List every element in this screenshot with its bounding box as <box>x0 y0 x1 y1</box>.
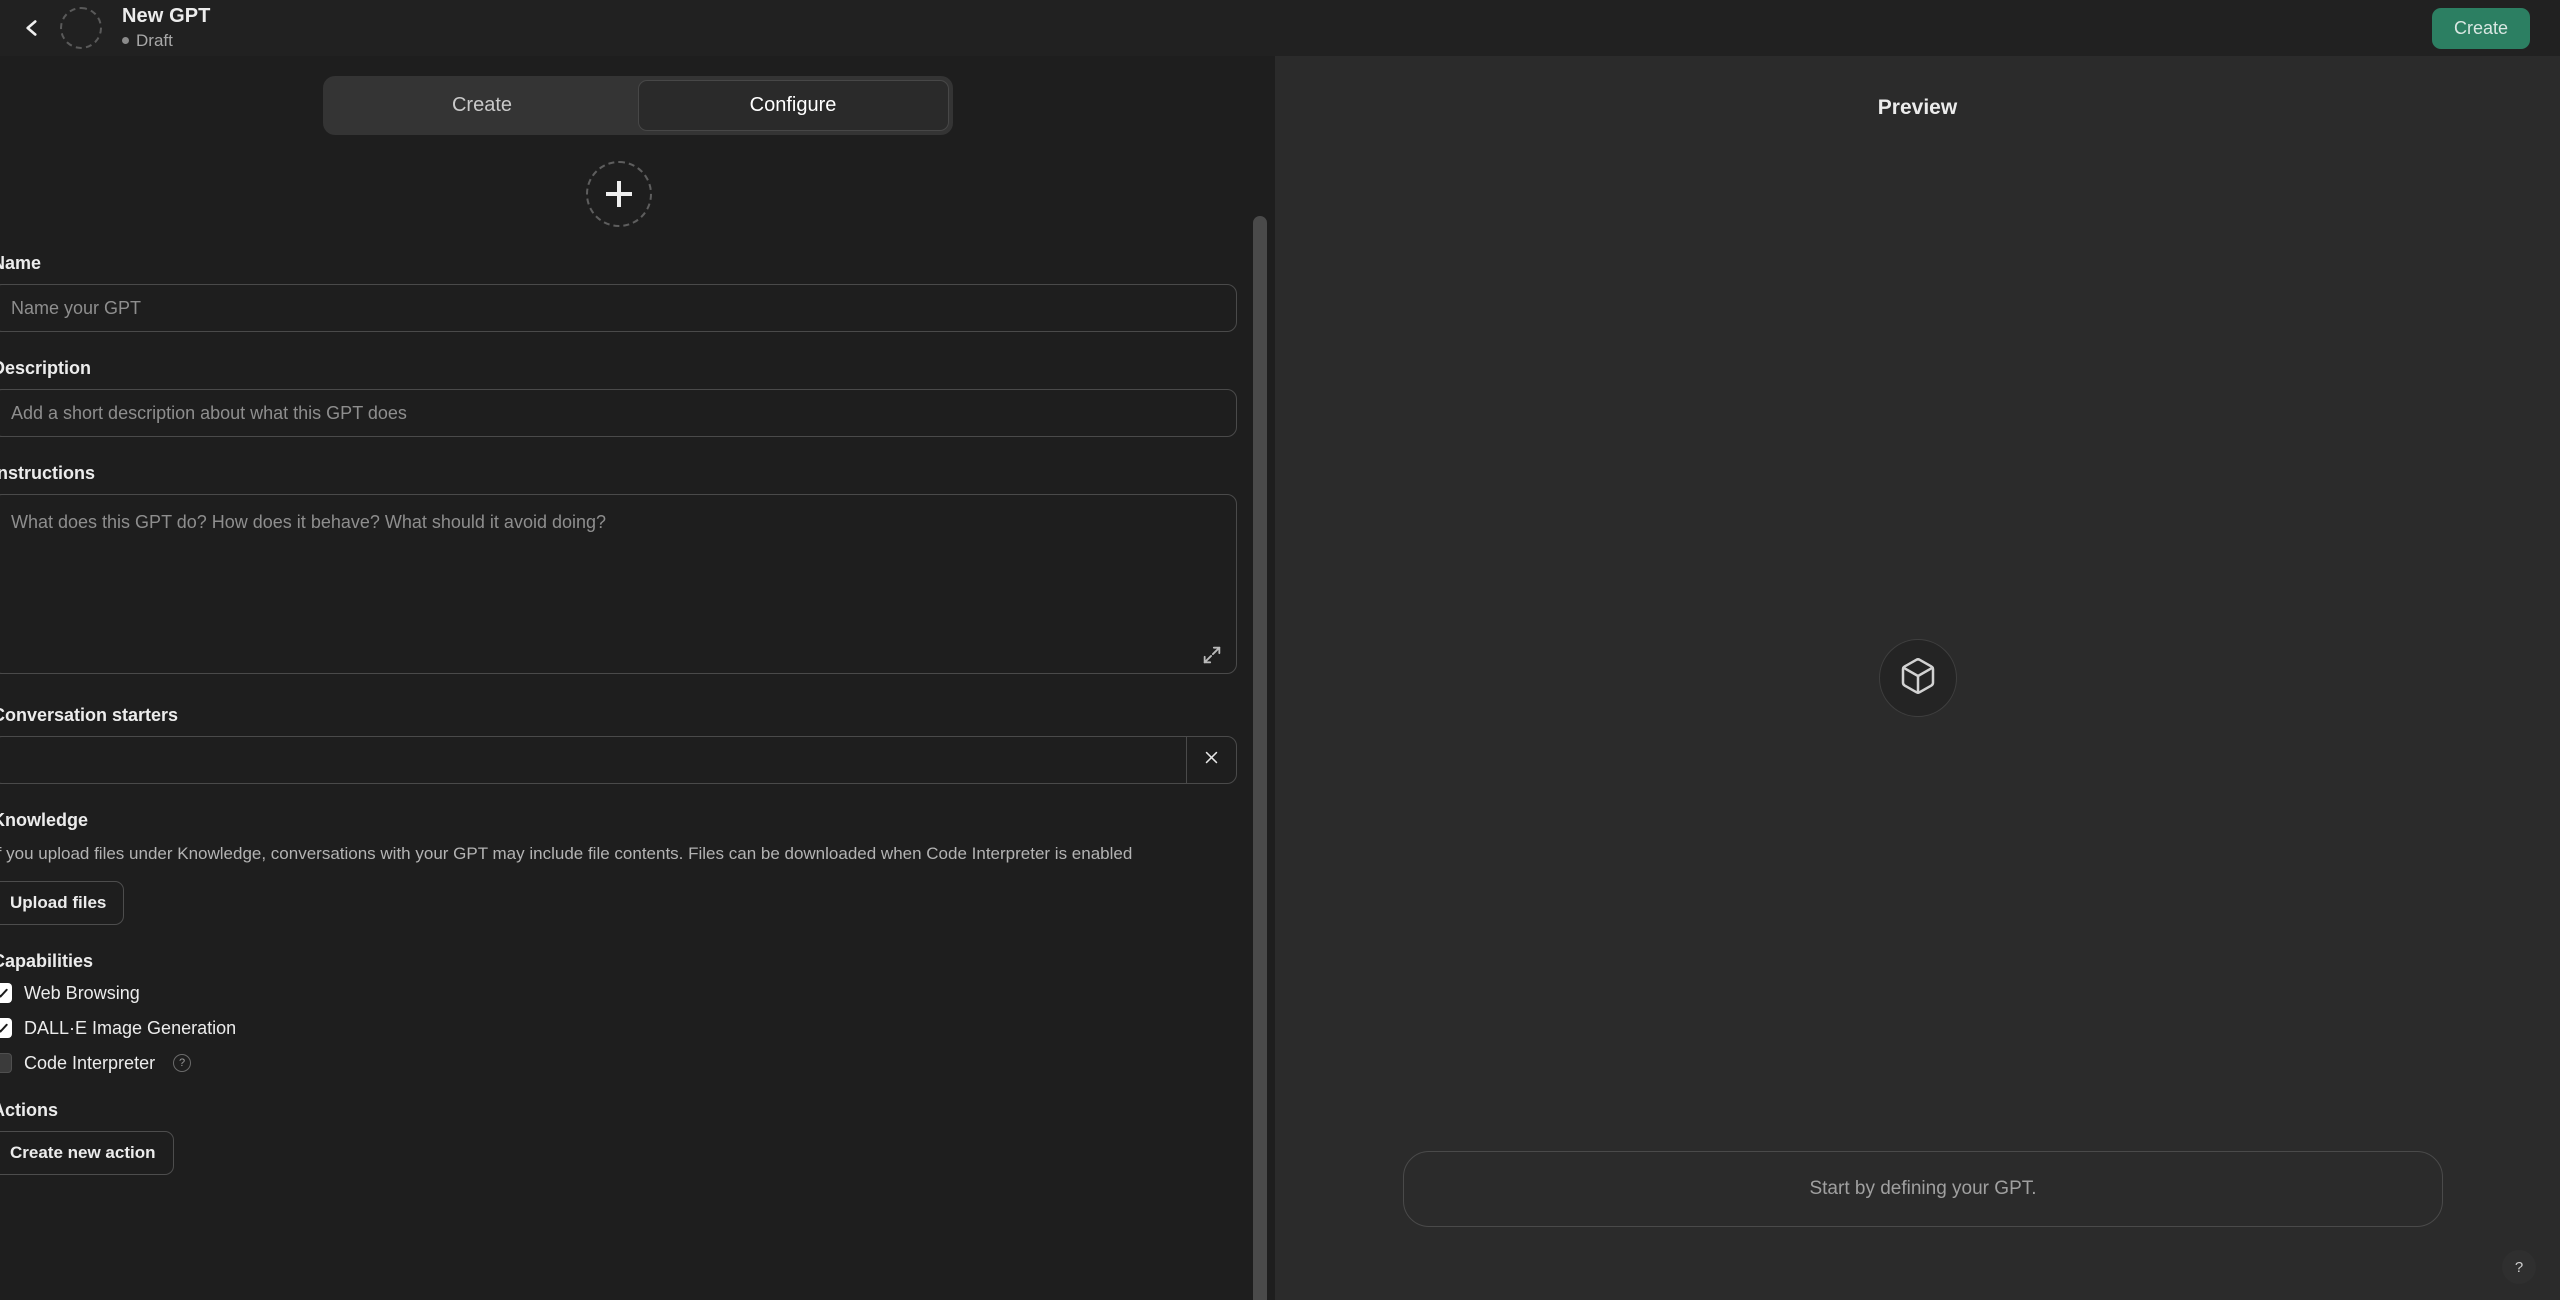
name-input[interactable] <box>0 284 1237 332</box>
knowledge-label: Knowledge <box>0 810 1245 831</box>
capability-row-web-browsing[interactable]: Web Browsing <box>0 982 1245 1004</box>
create-button[interactable]: Create <box>2432 8 2530 49</box>
conversation-starters-group: Conversation starters <box>0 705 1245 784</box>
configure-pane-scrollbar[interactable] <box>1253 216 1267 1300</box>
tab-group: Create Configure <box>323 76 953 135</box>
name-field-group: Name <box>0 253 1245 332</box>
composer-placeholder-text: Start by defining your GPT. <box>1809 1178 2036 1200</box>
capabilities-group: Capabilities Web Browsing DALL·E Image G… <box>0 951 1245 1074</box>
chevron-left-icon <box>19 15 45 41</box>
knowledge-group: Knowledge If you upload files under Know… <box>0 810 1245 925</box>
description-input[interactable] <box>0 389 1237 437</box>
tabs-container: Create Configure <box>0 56 1275 135</box>
cube-icon-circle <box>1879 639 1957 717</box>
checkbox-web-browsing[interactable] <box>0 983 12 1003</box>
status-badge: Draft <box>122 31 211 51</box>
capabilities-label: Capabilities <box>0 951 1245 972</box>
capability-row-code-interpreter[interactable]: Code Interpreter ? <box>0 1052 1245 1074</box>
cube-icon <box>1898 656 1938 701</box>
close-x-icon <box>1203 749 1220 772</box>
capability-label-web-browsing: Web Browsing <box>24 983 140 1004</box>
conversation-starter-row <box>0 736 1237 784</box>
plus-icon <box>606 181 632 207</box>
preview-pane: Preview Start by defining your GPT. ? <box>1275 56 2560 1300</box>
actions-label: Actions <box>0 1100 1245 1121</box>
capability-row-dalle[interactable]: DALL·E Image Generation <box>0 1017 1245 1039</box>
checkbox-dalle-image-generation[interactable] <box>0 1018 12 1038</box>
instructions-textarea[interactable] <box>0 494 1237 674</box>
instructions-field-group: Instructions <box>0 463 1245 679</box>
top-bar: New GPT Draft Create <box>0 0 2560 56</box>
checkbox-code-interpreter[interactable] <box>0 1053 12 1073</box>
remove-starter-button[interactable] <box>1186 737 1236 783</box>
help-button[interactable]: ? <box>2502 1250 2536 1284</box>
scrollbar-thumb[interactable] <box>1253 216 1267 1300</box>
preview-composer[interactable]: Start by defining your GPT. <box>1403 1151 2443 1227</box>
instructions-wrapper <box>0 494 1237 679</box>
status-label: Draft <box>136 31 173 51</box>
capability-label-code-interpreter: Code Interpreter <box>24 1053 155 1074</box>
expand-diagonal-icon[interactable] <box>1201 644 1223 666</box>
upload-files-button[interactable]: Upload files <box>0 881 124 925</box>
description-field-group: Description <box>0 358 1245 437</box>
help-question-icon[interactable]: ? <box>173 1054 191 1072</box>
knowledge-help-text: If you upload files under Knowledge, con… <box>0 841 1217 867</box>
configure-form: Name Description Instructions Conversati… <box>0 161 1275 1175</box>
page-title: New GPT <box>122 5 211 28</box>
configure-pane: Create Configure Name Description Instru… <box>0 56 1275 1300</box>
gpt-avatar[interactable] <box>60 7 102 49</box>
description-label: Description <box>0 358 1245 379</box>
preview-placeholder <box>1275 56 2560 1300</box>
conversation-starters-label: Conversation starters <box>0 705 1245 726</box>
instructions-label: Instructions <box>0 463 1245 484</box>
back-button[interactable] <box>10 6 54 50</box>
create-new-action-button[interactable]: Create new action <box>0 1131 174 1175</box>
tab-create[interactable]: Create <box>327 80 638 131</box>
tab-configure[interactable]: Configure <box>638 80 949 131</box>
name-label: Name <box>0 253 1245 274</box>
actions-group: Actions Create new action <box>0 1100 1245 1175</box>
preview-title: Preview <box>1275 96 2560 120</box>
capability-label-dalle-image-generation: DALL·E Image Generation <box>24 1018 236 1039</box>
header-text-block: New GPT Draft <box>122 5 211 51</box>
avatar-upload-button[interactable] <box>586 161 652 227</box>
avatar-upload-row <box>0 161 1245 227</box>
status-dot-icon <box>122 37 129 44</box>
conversation-starter-input[interactable] <box>0 737 1186 783</box>
